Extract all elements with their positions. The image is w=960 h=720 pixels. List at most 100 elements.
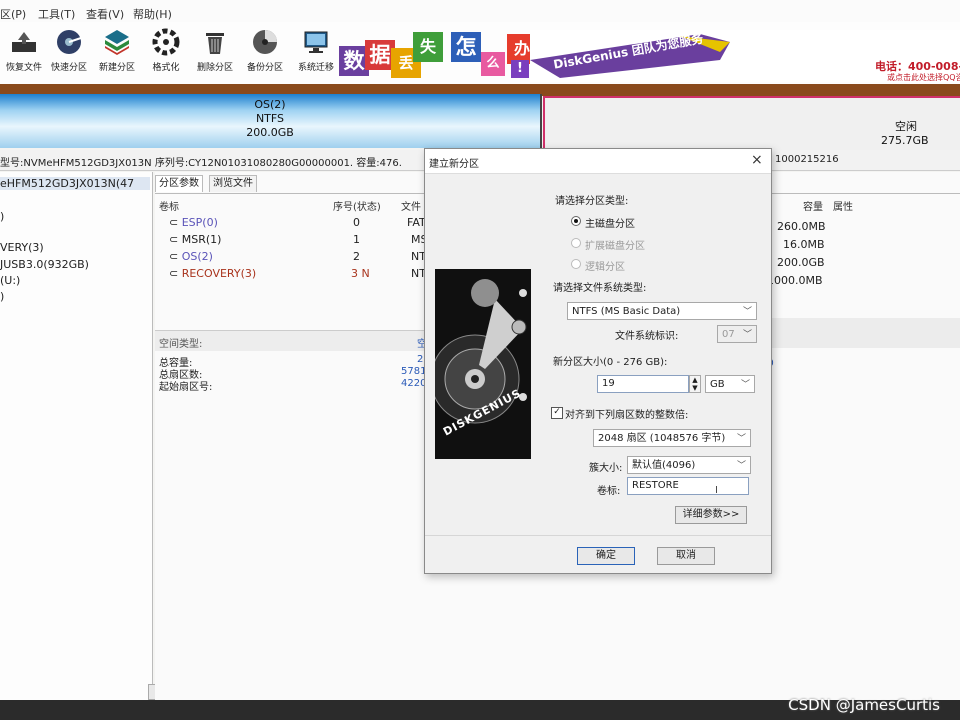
dialog-divider [425,535,771,536]
dialog-title: 建立新分区 [429,159,479,170]
new-partition-icon [105,30,129,55]
tree-item-volume-u[interactable]: (U:) [0,274,20,287]
cluster-value: 默认值(4096) [632,460,696,471]
backup-partition-button[interactable]: 备份分区 [241,26,289,78]
new-partition-button[interactable]: 新建分区 [93,26,141,78]
system-migration-button[interactable]: 系统迁移 [292,26,340,78]
radio-primary-label[interactable]: 主磁盘分区 [585,215,635,230]
table-row[interactable]: ⊂ RECOVERY(3) [169,267,256,280]
menu-tools[interactable]: 工具(T) [38,6,75,22]
close-icon[interactable]: × [751,152,763,168]
size-value: 19 [602,378,615,389]
list-empty-area [770,318,960,348]
size-unit-value: GB [710,379,725,390]
partition-icon: ⊂ [169,233,182,246]
partition-type-label: 请选择分区类型: [555,196,629,207]
radio-extended[interactable] [571,238,581,248]
size-stepper[interactable]: ▲ ▼ [689,375,701,393]
tree-item-usb-disk[interactable]: JUSB3.0(932GB) [0,258,89,271]
partition-icon: ⊂ [169,216,182,229]
partition-name: OS(2) [181,250,213,263]
trash-icon [206,33,224,54]
partition-block-free[interactable]: 空闲 275.7GB [543,96,960,152]
tab-browse-files[interactable]: 浏览文件 [209,175,257,192]
volume-label-input[interactable]: RESTORE [627,477,749,495]
ok-button[interactable]: 确定 [577,547,635,565]
column-header-capacity[interactable]: 容量 [803,198,823,213]
banner-ad[interactable]: 数 据 丢 失 怎 么 办 ! DiskGenius 团队为您服务 电话：400… [335,28,960,84]
menu-help[interactable]: 帮助(H) [133,6,172,22]
partition-icon: ⊂ [169,250,182,263]
tree-item[interactable]: ) [0,290,4,303]
total-sectors-value: 5781 [401,366,427,377]
align-label[interactable]: 对齐到下列扇区数的整数倍: [565,406,688,421]
size-unit-select[interactable]: GB ﹀ [705,375,755,393]
diskgenius-graphic: DISKGENIUS [435,269,531,459]
cluster-label: 簇大小: [589,463,623,474]
partition-index: 0 [353,216,360,229]
menu-bar: 区(P) 工具(T) 查看(V) 帮助(H) [0,0,960,22]
partition-fs: FAT [407,216,426,229]
banner-tile: ! [511,60,529,78]
banner-tile: 么 [481,52,505,76]
dialog-titlebar[interactable]: 建立新分区 × [425,149,771,174]
fs-type-label: 请选择文件系统类型: [553,283,647,294]
fs-id-value: 07 [722,329,735,340]
chevron-down-icon: ﹀ [742,330,752,340]
banner-qq[interactable]: 或点击此处选择QQ咨询 [887,72,960,83]
partition-icon: ⊂ [169,267,182,280]
delete-partition-button[interactable]: 删除分区 [191,26,239,78]
partition-capacity: 16.0MB [783,238,825,251]
column-header-attr[interactable]: 属性 [833,198,853,213]
table-row[interactable]: ⊂ OS(2) [169,250,213,263]
system-migration-icon [304,31,328,53]
radio-primary[interactable] [571,216,581,226]
tree-item[interactable]: ) [0,210,4,223]
backup-partition-icon [253,30,277,54]
partition-index: 3 N [351,267,370,280]
align-select[interactable]: 2048 扇区 (1048576 字节) ﹀ [593,429,751,447]
chevron-down-icon: ﹀ [736,461,746,471]
menu-partition[interactable]: 区(P) [0,6,26,22]
banner-service-panel: DiskGenius 团队为您服务 电话：400-008-9958 或点击此处选… [530,30,960,82]
radio-logical-label[interactable]: 逻辑分区 [585,258,625,273]
tab-partition-params[interactable]: 分区参数 [155,175,203,192]
table-row[interactable]: ⊂ MSR(1) [169,233,221,246]
volume-label-label: 卷标: [597,486,621,497]
radio-logical[interactable] [571,259,581,269]
quick-partition-button[interactable]: 快速分区 [45,26,93,78]
watermark: CSDN @JamesCurtis [788,696,940,714]
partition-block-os[interactable]: OS(2) NTFS 200.0GB [0,94,542,148]
partition-name: MSR(1) [181,233,222,246]
tree-item-disk[interactable]: eHFM512GD3JX013N(47 [0,177,150,190]
menu-view[interactable]: 查看(V) [86,6,124,22]
column-header-index[interactable]: 序号(状态) [333,198,381,213]
align-checkbox[interactable]: ✓ [551,407,563,419]
fs-type-value: NTFS (MS Basic Data) [572,306,681,317]
table-row[interactable]: ⊂ ESP(0) [169,216,218,229]
fs-id-select[interactable]: 07 ﹀ [717,325,757,343]
space-type-label: 空间类型: [159,339,203,350]
radio-extended-label[interactable]: 扩展磁盘分区 [585,237,645,252]
partition-block-name: OS(2) [254,98,286,111]
details-button[interactable]: 详细参数>> [675,506,747,524]
restore-files-icon [12,32,36,52]
partition-name: ESP(0) [181,216,218,229]
chevron-down-icon: ﹀ [740,380,750,390]
fs-id-label: 文件系统标识: [615,331,679,342]
fs-type-select[interactable]: NTFS (MS Basic Data) ﹀ [567,302,757,320]
format-icon [152,28,180,56]
quick-partition-icon [57,30,82,54]
partition-index: 1 [353,233,360,246]
volume-label-value: RESTORE [632,480,679,491]
size-label: 新分区大小(0 - 276 GB): [553,357,668,368]
format-button[interactable]: 格式化 [142,26,190,78]
column-header-fs[interactable]: 文件 [401,198,421,213]
align-value: 2048 扇区 (1048576 字节) [598,433,726,444]
size-input[interactable]: 19 [597,375,689,393]
cluster-select[interactable]: 默认值(4096) ﹀ [627,456,751,474]
cancel-button[interactable]: 取消 [657,547,715,565]
tree-item-recovery[interactable]: VERY(3) [0,241,44,254]
column-header-label[interactable]: 卷标 [159,198,179,213]
disk-info-text: 型号:NVMeHFM512GD3JX013N 序列号:CY12N01031080… [0,158,402,169]
